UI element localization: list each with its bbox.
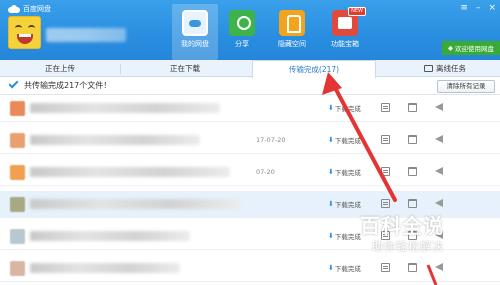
nav-hidden-space[interactable]: 隐藏空间 xyxy=(269,4,315,60)
summary-prefix: 共传输完成 xyxy=(24,81,64,90)
delete-icon[interactable] xyxy=(435,103,443,111)
table-row[interactable]: 17-07-20 ⬇ 下载完成 xyxy=(0,127,500,154)
file-thumbnail xyxy=(10,197,25,212)
file-date: 17-07-20 xyxy=(256,136,286,144)
tab-uploading[interactable]: 正在上传 xyxy=(30,60,90,77)
detail-icon[interactable] xyxy=(381,167,390,176)
download-arrow-icon: ⬇ xyxy=(328,104,334,112)
tab-completed[interactable]: 传输完成(217) xyxy=(252,60,376,78)
lock-icon xyxy=(279,10,305,36)
tab-offline-tasks[interactable]: 离线任务 xyxy=(400,60,490,77)
tab-downloading[interactable]: 正在下载 xyxy=(150,60,220,77)
detail-icon[interactable] xyxy=(381,263,390,272)
nav-my-disk[interactable]: 我的网盘 xyxy=(172,4,218,60)
file-thumbnail xyxy=(10,133,25,148)
download-status: ⬇ 下载完成 xyxy=(328,167,361,177)
open-folder-icon[interactable] xyxy=(408,263,417,272)
check-icon xyxy=(8,78,19,89)
download-arrow-icon: ⬇ xyxy=(328,264,334,272)
detail-icon[interactable] xyxy=(381,199,390,208)
open-folder-icon[interactable] xyxy=(408,199,417,208)
file-thumbnail xyxy=(10,261,25,276)
summary-text: 共传输完成217个文件！ xyxy=(24,80,111,91)
nav-label: 我的网盘 xyxy=(181,40,209,48)
watermark: 百科全说 助你轻松解决 xyxy=(352,210,464,258)
download-status: ⬇ 下载完成 xyxy=(328,103,361,113)
file-name-blurred xyxy=(30,231,190,241)
file-thumbnail xyxy=(10,229,25,244)
delete-icon[interactable] xyxy=(435,135,443,143)
detail-icon[interactable] xyxy=(381,103,390,112)
username-blurred[interactable] xyxy=(46,28,126,42)
nav-share[interactable]: 分享 xyxy=(219,4,265,60)
tab-offline-label: 离线任务 xyxy=(436,64,466,73)
nav-label: 隐藏空间 xyxy=(278,40,306,48)
close-icon[interactable]: × xyxy=(488,3,496,13)
file-thumbnail xyxy=(10,101,25,116)
nav-label: 分享 xyxy=(235,40,249,48)
download-arrow-icon: ⬇ xyxy=(328,136,334,144)
table-row[interactable]: ⬇ 下载完成 xyxy=(0,255,500,282)
window-controls: ≡ – × xyxy=(460,3,496,13)
top-header: 百度网盘 我的网盘 分享 隐藏空间 NEW 功能宝箱 ≡ – × ◆ 欢迎使用网… xyxy=(0,0,500,60)
file-date: 07-20 xyxy=(256,168,275,176)
vip-banner-text: 欢迎使用网盘 xyxy=(455,45,494,53)
disk-icon xyxy=(182,10,208,36)
minimize-icon[interactable]: – xyxy=(476,3,481,13)
delete-icon[interactable] xyxy=(435,263,443,271)
summary-count: 217 xyxy=(64,81,80,90)
download-status: ⬇ 下载完成 xyxy=(328,135,361,145)
download-arrow-icon: ⬇ xyxy=(328,232,334,240)
file-thumbnail xyxy=(10,165,25,180)
tab-divider xyxy=(120,64,121,74)
detail-icon[interactable] xyxy=(381,135,390,144)
download-status-label: 下载完成 xyxy=(334,265,361,273)
download-arrow-icon: ⬇ xyxy=(328,200,334,208)
file-name-blurred xyxy=(30,103,220,113)
vip-icon: ◆ xyxy=(448,44,453,52)
app-title: 百度网盘 xyxy=(8,4,51,14)
summary-suffix: 个文件！ xyxy=(79,81,112,90)
vip-banner[interactable]: ◆ 欢迎使用网盘 xyxy=(442,41,500,55)
table-row[interactable]: 07-20 ⬇ 下载完成 xyxy=(0,159,500,186)
avatar-mouth xyxy=(17,34,33,44)
nav-label: 功能宝箱 xyxy=(331,40,359,48)
avatar-eye xyxy=(28,25,35,31)
summary-bar: 共传输完成217个文件！ 清除所有记录 xyxy=(0,77,500,95)
download-status-label: 下载完成 xyxy=(334,169,361,177)
app-title-text: 百度网盘 xyxy=(23,5,51,13)
download-arrow-icon: ⬇ xyxy=(328,168,334,176)
clear-all-records-button[interactable]: 清除所有记录 xyxy=(437,80,495,93)
open-folder-icon[interactable] xyxy=(408,103,417,112)
avatar-eye xyxy=(15,25,22,31)
file-name-blurred xyxy=(30,263,180,273)
table-row[interactable]: ⬇ 下载完成 xyxy=(0,95,500,122)
watermark-subtitle: 助你轻松解决 xyxy=(372,240,444,253)
delete-icon[interactable] xyxy=(435,167,443,175)
transfer-tab-bar: 正在上传 正在下载 传输完成(217) 离线任务 xyxy=(0,60,500,78)
cloud-logo-icon xyxy=(8,5,20,13)
open-folder-icon[interactable] xyxy=(408,135,417,144)
toolbox-icon: NEW xyxy=(332,7,366,36)
avatar[interactable] xyxy=(8,16,41,49)
delete-icon[interactable] xyxy=(435,199,443,207)
file-name-blurred xyxy=(30,199,240,209)
download-status-label: 下载完成 xyxy=(334,201,361,209)
tv-icon xyxy=(424,65,433,72)
share-icon xyxy=(229,10,255,36)
menu-icon[interactable]: ≡ xyxy=(460,3,468,13)
new-badge: NEW xyxy=(348,7,366,16)
file-name-blurred xyxy=(30,135,200,145)
open-folder-icon[interactable] xyxy=(408,167,417,176)
file-name-blurred xyxy=(30,167,230,177)
download-status: ⬇ 下载完成 xyxy=(328,199,361,209)
download-status-label: 下载完成 xyxy=(334,105,361,113)
nav-feature-box[interactable]: NEW 功能宝箱 xyxy=(322,4,368,60)
watermark-title: 百科全说 xyxy=(360,214,444,238)
download-status: ⬇ 下载完成 xyxy=(328,263,361,273)
download-status-label: 下载完成 xyxy=(334,137,361,145)
